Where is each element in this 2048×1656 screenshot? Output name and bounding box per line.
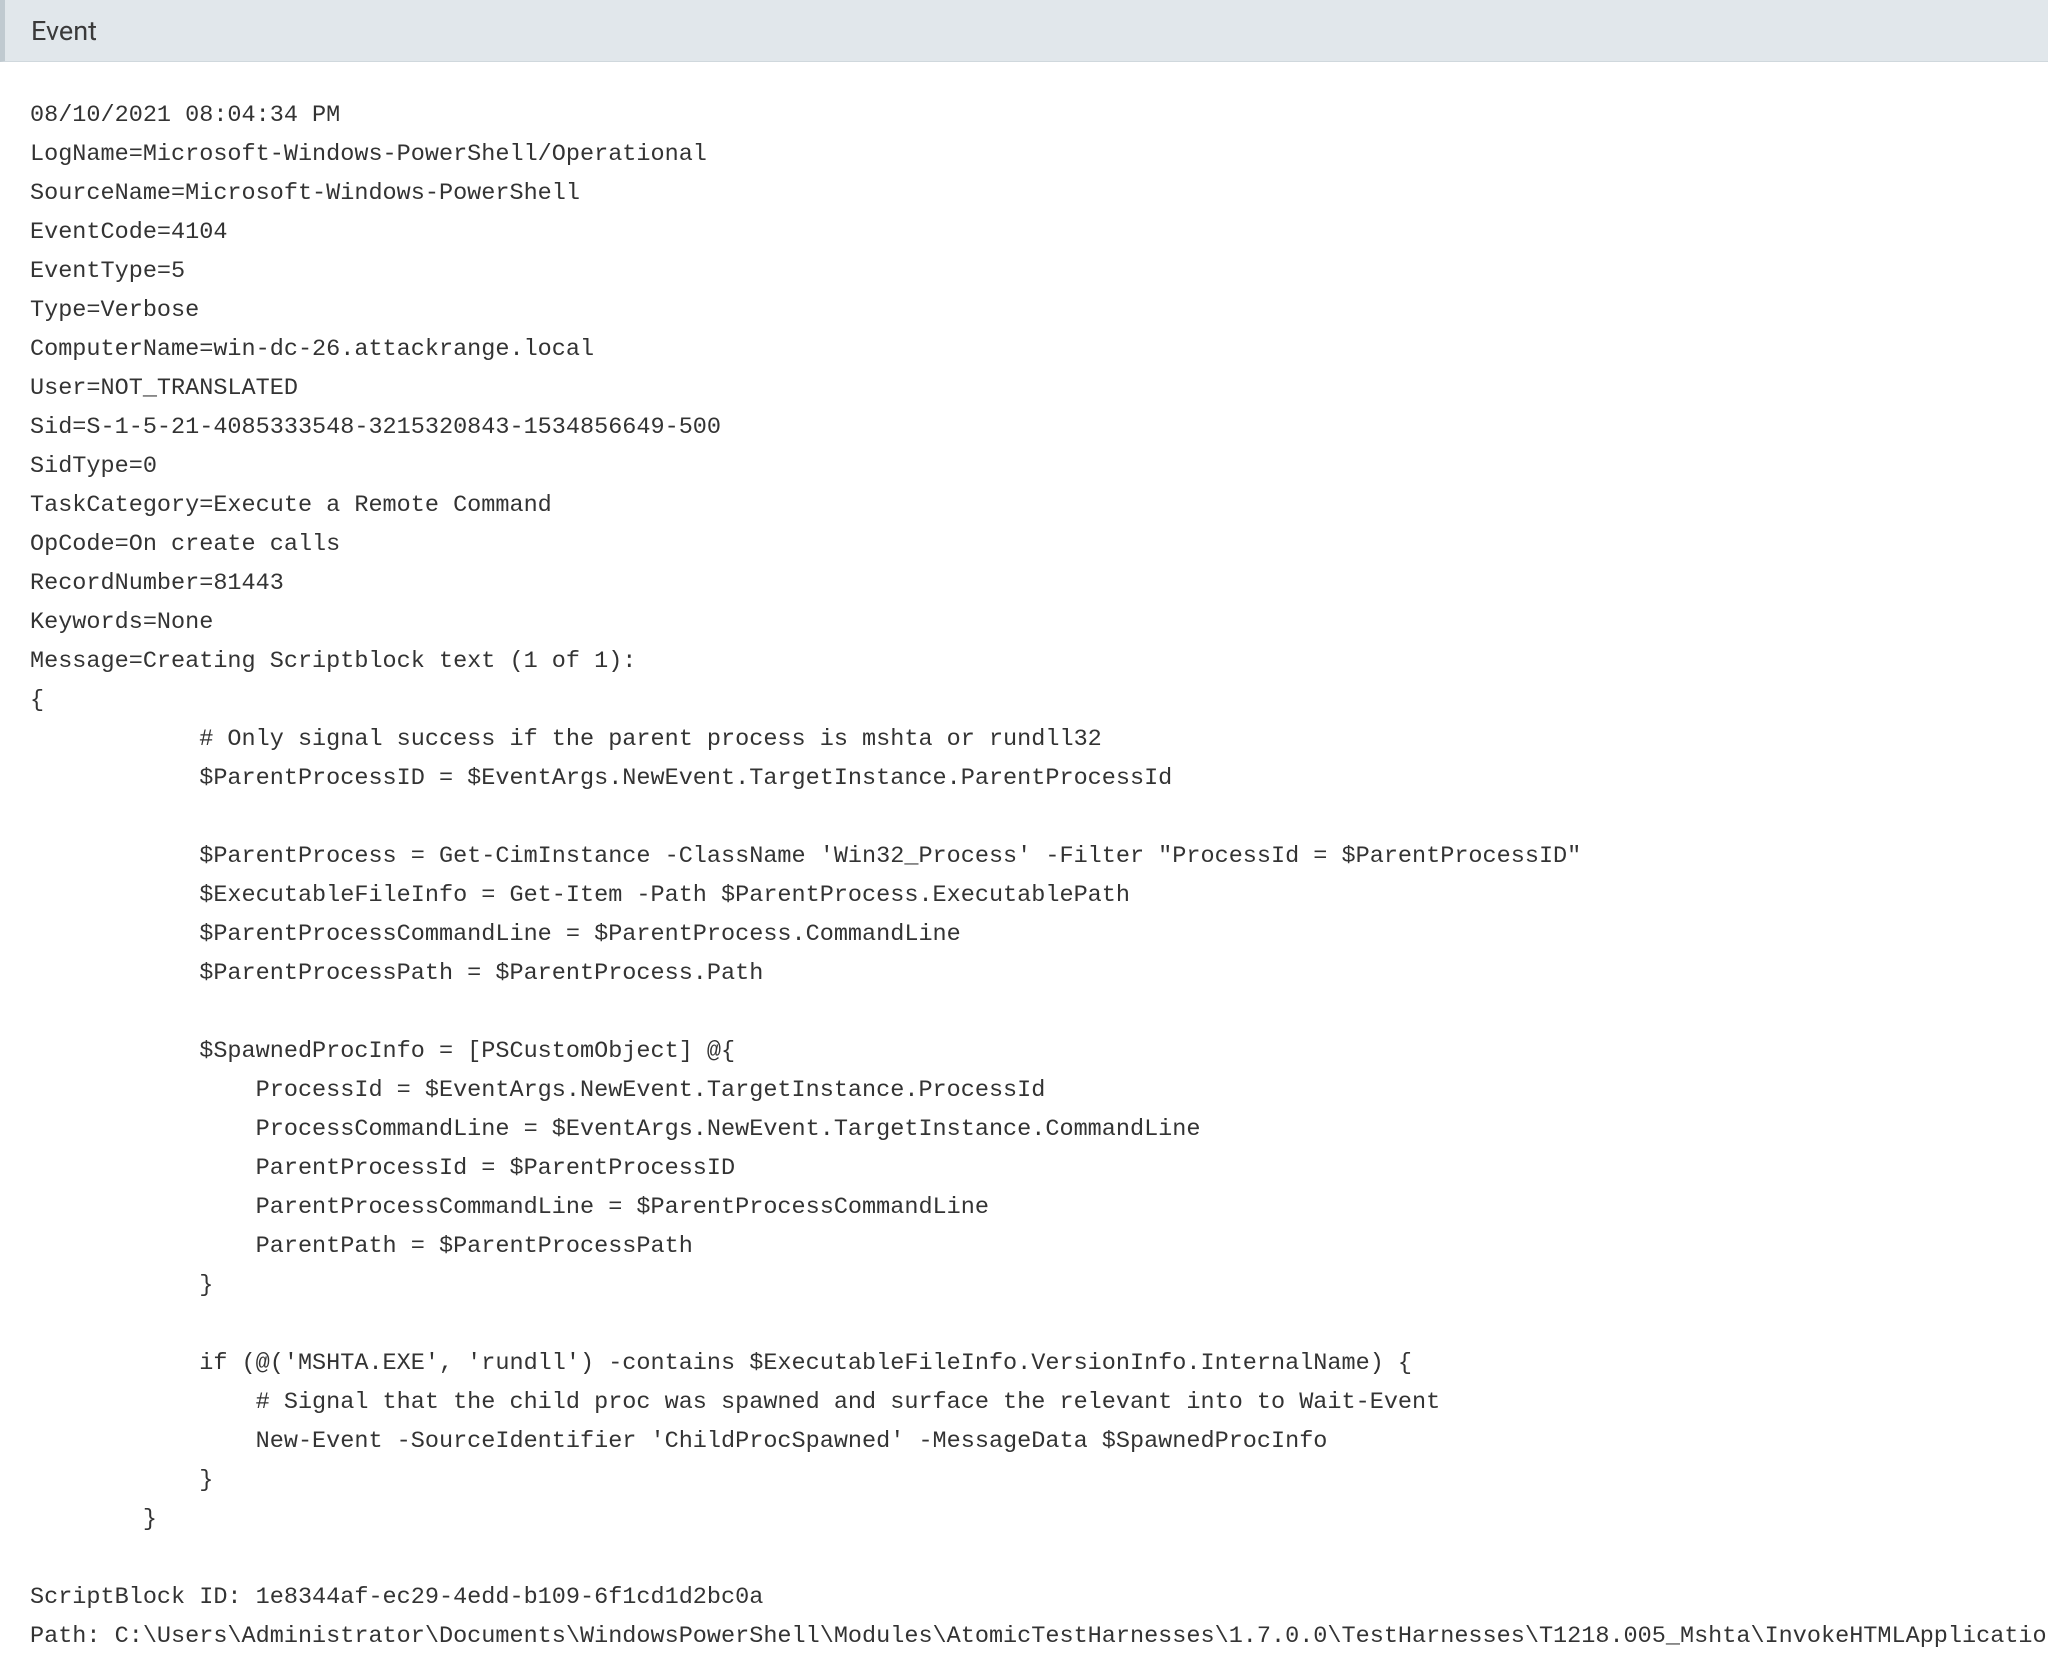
event-header-title: Event: [31, 15, 97, 47]
event-panel: Event 08/10/2021 08:04:34 PM LogName=Mic…: [0, 0, 2048, 1656]
event-body: 08/10/2021 08:04:34 PM LogName=Microsoft…: [0, 62, 2048, 1656]
event-header-bar: Event: [0, 0, 2048, 62]
